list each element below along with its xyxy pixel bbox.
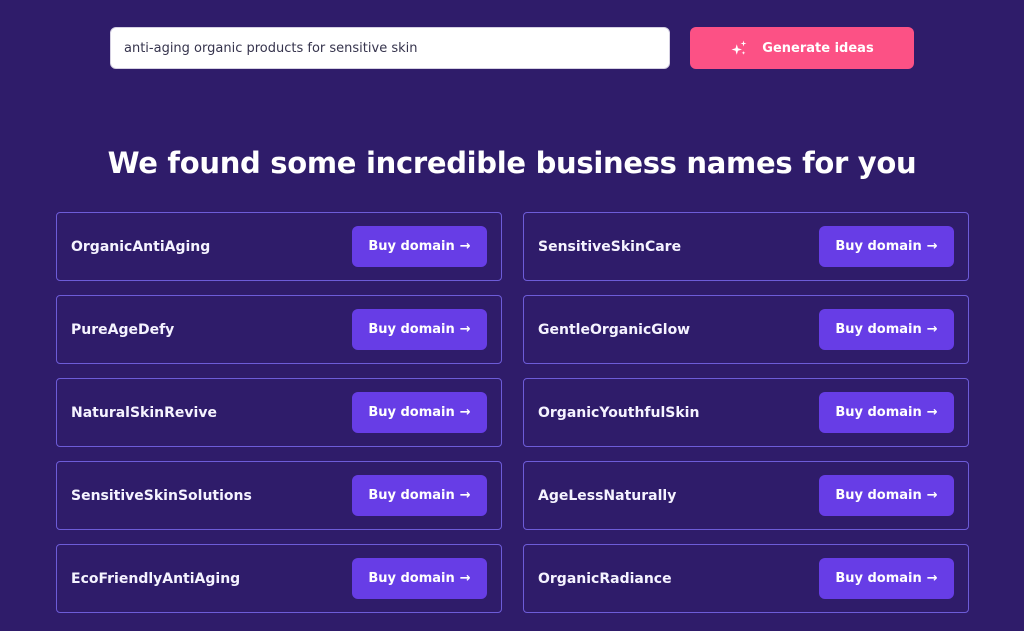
buy-domain-label: Buy domain xyxy=(368,488,455,503)
result-card: AgeLessNaturally Buy domain → xyxy=(523,461,969,530)
buy-domain-button[interactable]: Buy domain → xyxy=(819,392,954,433)
buy-domain-button[interactable]: Buy domain → xyxy=(352,309,487,350)
sparkles-icon xyxy=(731,40,747,55)
arrow-right-icon: → xyxy=(459,239,471,254)
generate-ideas-button[interactable]: Generate ideas xyxy=(690,27,914,69)
business-name: SensitiveSkinSolutions xyxy=(71,487,252,504)
arrow-right-icon: → xyxy=(459,322,471,337)
arrow-right-icon: → xyxy=(926,488,938,503)
buy-domain-label: Buy domain xyxy=(368,322,455,337)
business-name-generator-page: Generate ideas We found some incredible … xyxy=(0,0,1024,631)
buy-domain-button[interactable]: Buy domain → xyxy=(819,309,954,350)
results-grid: OrganicAntiAging Buy domain → SensitiveSk… xyxy=(56,212,969,613)
buy-domain-label: Buy domain xyxy=(835,239,922,254)
page-title: We found some incredible business names … xyxy=(107,146,917,180)
buy-domain-button[interactable]: Buy domain → xyxy=(819,226,954,267)
arrow-right-icon: → xyxy=(459,488,471,503)
business-name: EcoFriendlyAntiAging xyxy=(71,570,241,587)
buy-domain-button[interactable]: Buy domain → xyxy=(352,558,487,599)
arrow-right-icon: → xyxy=(459,571,471,586)
business-name: OrganicRadiance xyxy=(538,570,672,587)
buy-domain-label: Buy domain xyxy=(835,488,922,503)
result-card: SensitiveSkinSolutions Buy domain → xyxy=(56,461,502,530)
buy-domain-label: Buy domain xyxy=(835,405,922,420)
result-card: PureAgeDefy Buy domain → xyxy=(56,295,502,364)
result-card: NaturalSkinRevive Buy domain → xyxy=(56,378,502,447)
arrow-right-icon: → xyxy=(926,322,938,337)
result-card: SensitiveSkinCare Buy domain → xyxy=(523,212,969,281)
result-card: EcoFriendlyAntiAging Buy domain → xyxy=(56,544,502,613)
arrow-right-icon: → xyxy=(459,405,471,420)
arrow-right-icon: → xyxy=(926,405,938,420)
buy-domain-button[interactable]: Buy domain → xyxy=(352,475,487,516)
business-name: PureAgeDefy xyxy=(71,321,175,338)
result-card: OrganicYouthfulSkin Buy domain → xyxy=(523,378,969,447)
arrow-right-icon: → xyxy=(926,571,938,586)
buy-domain-button[interactable]: Buy domain → xyxy=(352,392,487,433)
result-card: GentleOrganicGlow Buy domain → xyxy=(523,295,969,364)
result-card: OrganicRadiance Buy domain → xyxy=(523,544,969,613)
generate-ideas-label: Generate ideas xyxy=(762,40,874,56)
business-name: SensitiveSkinCare xyxy=(538,238,682,255)
business-name: OrganicAntiAging xyxy=(71,238,211,255)
buy-domain-label: Buy domain xyxy=(368,571,455,586)
search-input[interactable] xyxy=(110,27,670,69)
buy-domain-label: Buy domain xyxy=(835,322,922,337)
arrow-right-icon: → xyxy=(926,239,938,254)
buy-domain-label: Buy domain xyxy=(835,571,922,586)
business-name: GentleOrganicGlow xyxy=(538,321,691,338)
business-name: OrganicYouthfulSkin xyxy=(538,404,700,421)
business-name: NaturalSkinRevive xyxy=(71,404,217,421)
buy-domain-button[interactable]: Buy domain → xyxy=(819,475,954,516)
business-name: AgeLessNaturally xyxy=(538,487,677,504)
buy-domain-button[interactable]: Buy domain → xyxy=(819,558,954,599)
buy-domain-label: Buy domain xyxy=(368,405,455,420)
buy-domain-label: Buy domain xyxy=(368,239,455,254)
buy-domain-button[interactable]: Buy domain → xyxy=(352,226,487,267)
result-card: OrganicAntiAging Buy domain → xyxy=(56,212,502,281)
